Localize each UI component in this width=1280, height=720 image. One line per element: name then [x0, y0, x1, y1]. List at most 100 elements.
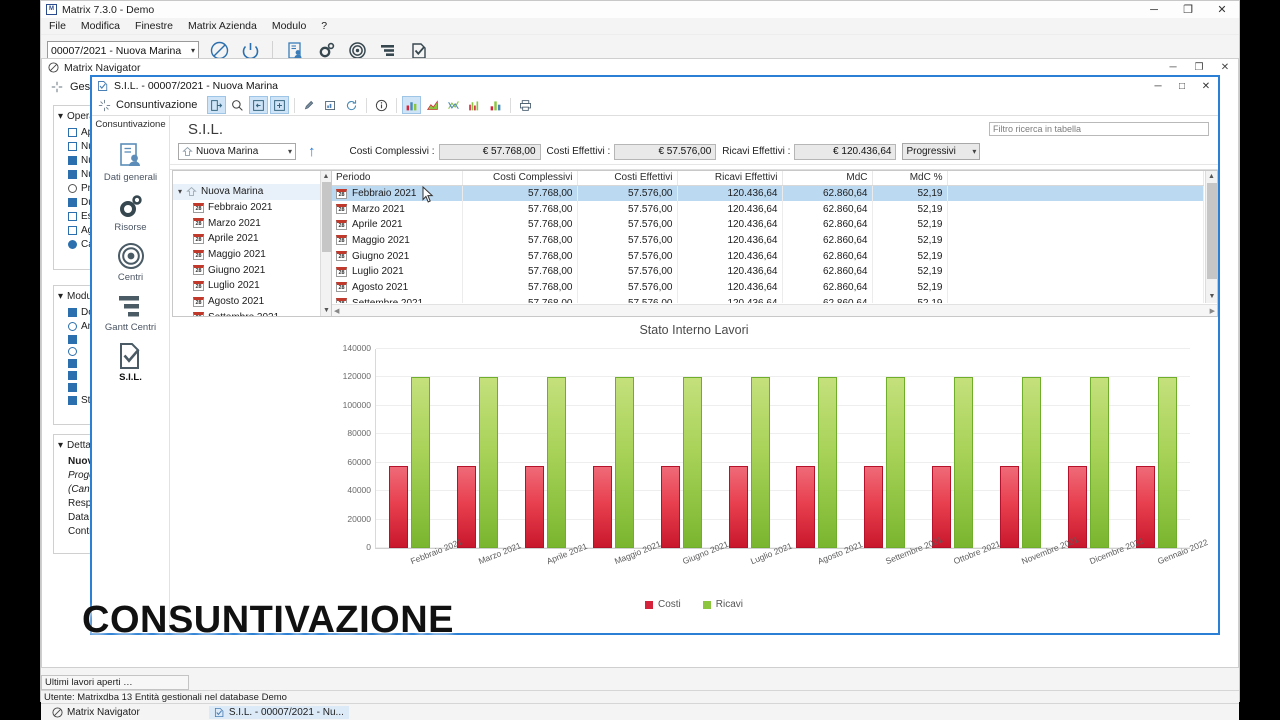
scroll-down-icon[interactable]: ▼: [321, 305, 331, 316]
chart-settings-icon[interactable]: [321, 96, 340, 114]
chart-bar-ricavi[interactable]: [886, 376, 906, 548]
chart-bar-ricavi[interactable]: [1157, 376, 1177, 548]
menu-item-modifica[interactable]: Modifica: [81, 20, 120, 32]
maximize-button[interactable]: ❐: [1171, 1, 1205, 18]
scroll-left-icon[interactable]: ◀: [334, 307, 339, 315]
scroll-up-icon[interactable]: ▲: [321, 171, 331, 182]
scroll-up-icon[interactable]: ▲: [1206, 171, 1217, 183]
recent-jobs-box[interactable]: Ultimi lavori aperti …: [41, 675, 189, 690]
chart-bar-costi[interactable]: [796, 466, 816, 548]
grid-vertical-scrollbar[interactable]: ▲ ▼: [1205, 171, 1217, 303]
chart-bar-costi[interactable]: [525, 466, 545, 548]
chart-bar-ricavi[interactable]: [614, 376, 634, 548]
area-chart-icon[interactable]: [423, 96, 442, 114]
menu-item-finestre[interactable]: Finestre: [135, 20, 173, 32]
chart-bar-ricavi[interactable]: [750, 376, 770, 548]
cell-mdc-pct: 52,19: [872, 185, 948, 202]
sidebar-item-gantt-centri[interactable]: Gantt Centri: [92, 286, 169, 336]
search-input[interactable]: Filtro ricerca in tabella: [989, 122, 1209, 136]
column-header-costi-effettivi[interactable]: Costi Effettivi: [577, 171, 678, 186]
tree-scrollbar[interactable]: ▲ ▼: [320, 171, 331, 316]
chart-bar-costi[interactable]: [389, 466, 409, 548]
collapse-all-icon[interactable]: [249, 96, 269, 114]
chart-bar-ricavi[interactable]: [1089, 376, 1109, 548]
tree-item[interactable]: 28 Agosto 2021: [173, 294, 331, 310]
menu-item-file[interactable]: File: [49, 20, 66, 32]
print-icon[interactable]: [516, 96, 535, 114]
menu-item-help[interactable]: ?: [321, 20, 327, 32]
search-icon[interactable]: [228, 96, 247, 114]
chart-bar-ricavi[interactable]: [1021, 376, 1041, 548]
job-combo[interactable]: Nuova Marina ▾: [178, 143, 296, 160]
sil-minimize-button[interactable]: ─: [1146, 77, 1170, 95]
scrollbar-thumb[interactable]: [1207, 183, 1217, 279]
chart-bar-costi[interactable]: [592, 466, 612, 548]
tree-item[interactable]: 28Settembre 2021: [173, 310, 331, 316]
navigator-maximize-button[interactable]: ❐: [1186, 62, 1212, 73]
edit-icon[interactable]: [300, 96, 319, 114]
legend-item-costi[interactable]: Costi: [644, 599, 681, 610]
legend-item-ricavi[interactable]: Ricavi: [702, 599, 743, 610]
tree-root-node[interactable]: ▾ Nuova Marina: [173, 184, 331, 200]
chart-bar-ricavi[interactable]: [411, 376, 431, 548]
table-row[interactable]: 28 Giugno 2021 57.768,00 57.576,00 120.43…: [332, 248, 1204, 264]
table-row[interactable]: 28 Maggio 2021 57.768,00 57.576,00 120.43…: [332, 232, 1204, 249]
line-chart-icon[interactable]: [444, 96, 463, 114]
table-row[interactable]: 28 Agosto 2021 57.768,00 57.576,00 120.43…: [332, 279, 1204, 296]
table-row[interactable]: 28 Marzo 2021 57.768,00 57.576,00 120.436…: [332, 201, 1204, 217]
sil-close-button[interactable]: ✕: [1194, 77, 1218, 95]
table-row[interactable]: 28 Febbraio 2021 57.768,00 57.576,00 120.…: [332, 185, 1204, 202]
navigator-close-button[interactable]: ✕: [1212, 62, 1238, 73]
multi-bar-chart-icon[interactable]: [465, 96, 484, 114]
column-header-mdc[interactable]: MdC: [782, 171, 873, 186]
expand-all-icon[interactable]: [270, 96, 290, 114]
menu-item-matrix-azienda[interactable]: Matrix Azienda: [188, 20, 257, 32]
sil-maximize-button[interactable]: □: [1170, 77, 1194, 95]
chart-bar-ricavi[interactable]: [547, 376, 567, 548]
scrollbar-thumb[interactable]: [322, 182, 331, 252]
tree-item[interactable]: 28 Giugno 2021: [173, 262, 331, 278]
column-header-mdc-pct[interactable]: MdC %: [872, 171, 948, 186]
table-row[interactable]: 28 Aprile 2021 57.768,00 57.576,00 120.43…: [332, 216, 1204, 233]
tree-item[interactable]: 28 Marzo 2021: [173, 215, 331, 231]
chart-bar-ricavi[interactable]: [954, 376, 974, 548]
chart-bar-ricavi[interactable]: [682, 376, 702, 548]
menu-item-modulo[interactable]: Modulo: [272, 20, 306, 32]
grid-horizontal-scrollbar[interactable]: ◀ ▶: [332, 304, 1217, 316]
taskbar-item-navigator[interactable]: Matrix Navigator: [47, 706, 145, 719]
tree-item[interactable]: 28 Febbraio 2021: [173, 200, 331, 216]
tree-item[interactable]: 28 Maggio 2021: [173, 247, 331, 263]
chart-bar-costi[interactable]: [660, 466, 680, 548]
refresh-icon[interactable]: [342, 96, 361, 114]
table-row[interactable]: 28 Settembre 2021 57.768,00 57.576,00 120…: [332, 295, 1204, 303]
bar-chart-icon[interactable]: [402, 96, 422, 114]
sidebar-item-dati-generali[interactable]: Dati generali: [92, 136, 169, 186]
go-up-button[interactable]: ↑: [308, 144, 316, 159]
info-icon[interactable]: [372, 96, 391, 114]
tree-item[interactable]: 28 Luglio 2021: [173, 278, 331, 294]
column-header-costi-complessivi[interactable]: Costi Complessivi: [462, 171, 578, 186]
exit-icon[interactable]: [207, 96, 227, 114]
chart-bar-costi[interactable]: [864, 466, 884, 548]
minimize-button[interactable]: ─: [1137, 1, 1171, 18]
column-header-ricavi-effettivi[interactable]: Ricavi Effettivi: [677, 171, 783, 186]
tree-item[interactable]: 28 Aprile 2021: [173, 231, 331, 247]
sidebar-item-sil[interactable]: S.I.L.: [92, 336, 169, 386]
mode-select[interactable]: Progressivi ▾: [902, 143, 981, 160]
scroll-right-icon[interactable]: ▶: [1210, 307, 1215, 315]
chart-bar-costi[interactable]: [728, 466, 748, 548]
chevron-down-icon[interactable]: ▾: [178, 187, 182, 196]
column-chart-icon[interactable]: [486, 96, 505, 114]
table-row[interactable]: 28 Luglio 2021 57.768,00 57.576,00 120.43…: [332, 263, 1204, 280]
chart-bar-ricavi[interactable]: [818, 376, 838, 548]
close-button[interactable]: ✕: [1205, 1, 1239, 18]
chart-bar-costi[interactable]: [999, 466, 1019, 548]
scroll-down-icon[interactable]: ▼: [1206, 291, 1217, 303]
column-header-periodo[interactable]: Periodo: [332, 171, 463, 186]
taskbar-item-sil[interactable]: S.I.L. - 00007/2021 - Nu...: [208, 705, 349, 719]
sidebar-item-risorse[interactable]: Risorse: [92, 186, 169, 236]
sidebar-item-centri[interactable]: Centri: [92, 236, 169, 286]
kpi-value: € 120.436,64: [794, 143, 897, 160]
navigator-minimize-button[interactable]: ─: [1160, 62, 1186, 73]
chart-bar-ricavi[interactable]: [479, 376, 499, 548]
